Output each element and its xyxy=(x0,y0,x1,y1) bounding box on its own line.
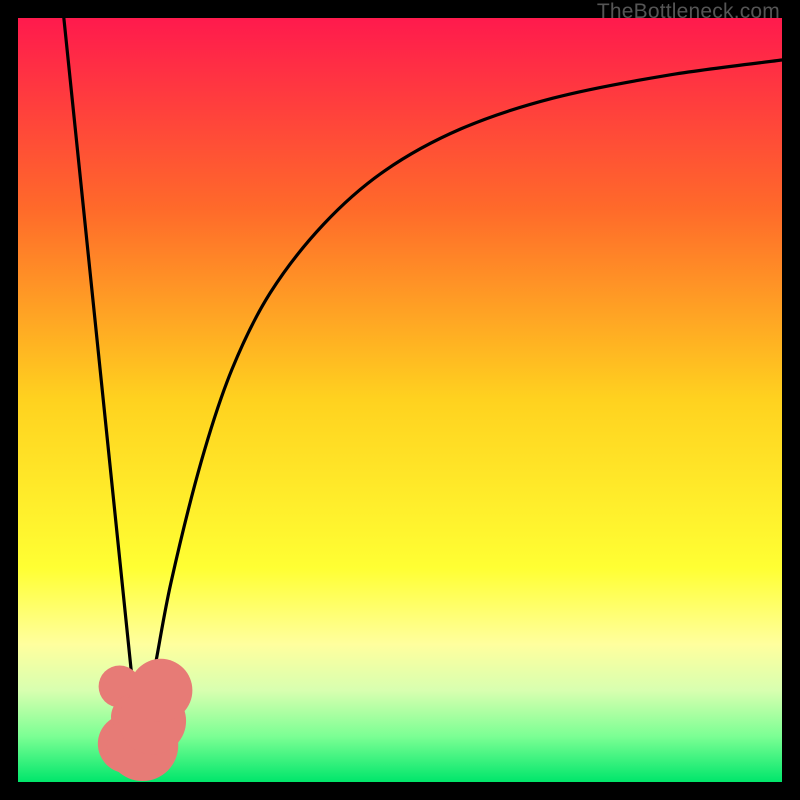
chart-frame: TheBottleneck.com xyxy=(0,0,800,800)
bottleneck-chart xyxy=(18,18,782,782)
marker-dot xyxy=(129,659,192,722)
plot-area xyxy=(18,18,782,782)
watermark-text: TheBottleneck.com xyxy=(597,0,780,24)
